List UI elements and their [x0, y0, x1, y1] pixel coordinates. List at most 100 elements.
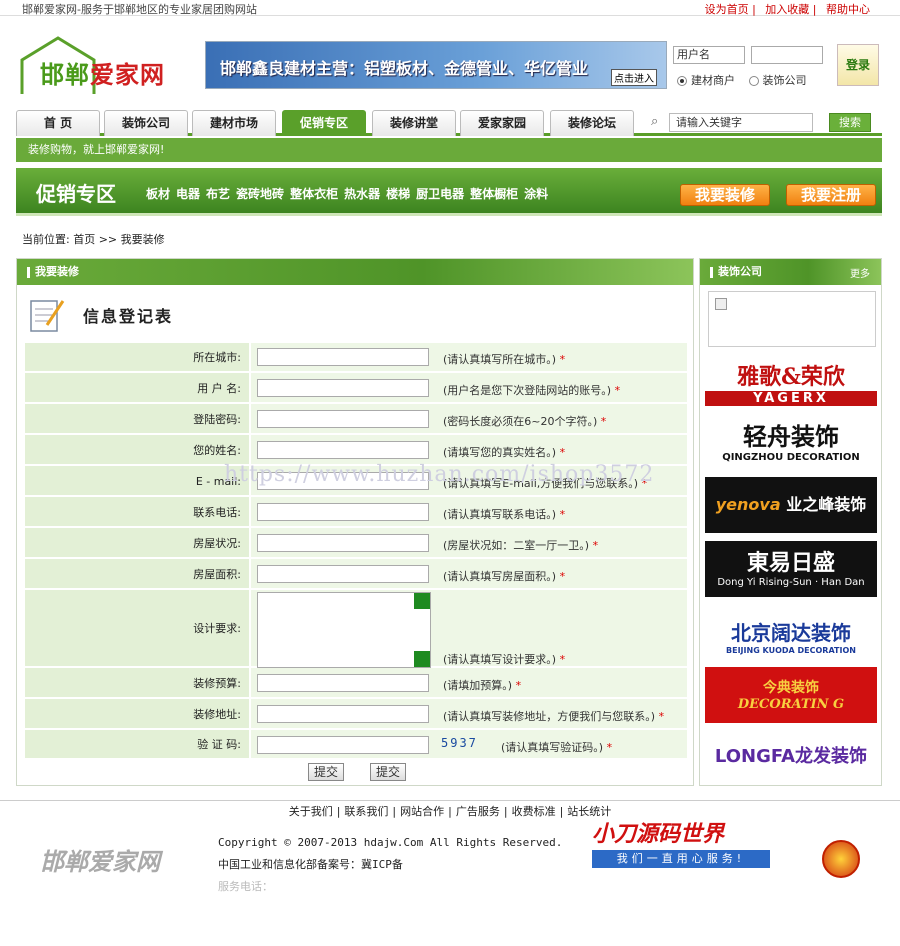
partner-slogan: 我们一直用心服务!	[592, 850, 770, 868]
notepad-icon	[30, 300, 65, 332]
hint-username: (用户名是您下次登陆网站的账号。) *	[443, 382, 620, 398]
brand-dongyi[interactable]: 東易日盛 Dong Yi Rising-Sun · Han Dan	[705, 541, 877, 597]
phone-field[interactable]	[257, 503, 429, 521]
brand-longfa[interactable]: LONGFA龙发装饰	[705, 729, 877, 785]
form-row-house-status: 房屋状况: (房屋状况如：二室一厅一卫。) *	[25, 528, 687, 559]
tab-material-market[interactable]: 建材市场	[192, 110, 276, 136]
hint-city: (请认真填写所在城市。) *	[443, 351, 565, 367]
house-status-field[interactable]	[257, 534, 429, 552]
brand-name: 今典装饰	[763, 680, 819, 696]
username-input[interactable]: 用户名	[673, 46, 745, 64]
footer-link[interactable]: 联系我们	[344, 805, 388, 818]
promo-cat[interactable]: 板材	[146, 187, 170, 201]
required-star: *	[606, 741, 613, 754]
site-description: 邯郸爱家网-服务于邯郸地区的专业家居团购网站	[22, 3, 257, 16]
brand-name: 北京阔达装饰	[731, 621, 851, 645]
reset-button[interactable]: 提交	[370, 763, 407, 781]
brand-kuoda[interactable]: 北京阔达装饰 BEIJING KUODA DECORATION	[705, 605, 877, 661]
promo-cat[interactable]: 布艺	[206, 187, 230, 201]
watermark: https://www.huzhan.com/ishop3572	[224, 462, 655, 487]
captcha-image[interactable]: 5937	[441, 736, 478, 750]
promo-cat[interactable]: 厨卫电器	[416, 187, 464, 201]
promo-cat[interactable]: 瓷砖地砖	[236, 187, 284, 201]
search-button[interactable]: 搜索	[829, 113, 871, 132]
form-row-budget: 装修预算: (请填加预算。) *	[25, 668, 687, 699]
search-input[interactable]: 请输入关键字	[669, 113, 813, 132]
address-field[interactable]	[257, 705, 429, 723]
set-homepage-link[interactable]: 设为首页	[705, 3, 749, 16]
register-button[interactable]: 我要注册	[786, 184, 876, 206]
subnav-slogan: 装修购物，就上邯郸爱家网!	[16, 138, 882, 162]
brand-sub: BEIJING KUODA DECORATION	[726, 646, 856, 655]
username-field[interactable]	[257, 379, 429, 397]
ad-banner[interactable]: 邯郸鑫良建材主营：铝塑板材、金德管业、华亿管业 点击进入	[205, 41, 667, 89]
area-field[interactable]	[257, 565, 429, 583]
contact-text: 服务电话：	[218, 880, 273, 893]
promo-cat[interactable]: 热水器	[344, 187, 380, 201]
logo[interactable]: 邯郸爱家网	[40, 55, 165, 90]
footer-link[interactable]: 网站合作	[400, 805, 444, 818]
logo-text-a: 邯郸	[40, 61, 90, 89]
radio-merchant[interactable]	[677, 76, 687, 86]
broken-image-icon	[708, 291, 876, 347]
brand-qingzhou[interactable]: 轻舟装饰 QINGZHOU DECORATION	[705, 417, 877, 473]
copyright-text: Copyright © 2007-2013 hdajw.Com All Righ…	[218, 836, 563, 849]
submit-button[interactable]: 提交	[308, 763, 345, 781]
banner-enter-button[interactable]: 点击进入	[611, 69, 657, 86]
label-username: 用 户 名:	[25, 373, 251, 402]
brand-jindian[interactable]: 今典装饰 DECORATIN G	[705, 667, 877, 723]
brand-yenova[interactable]: yenova 业之峰装饰	[705, 477, 877, 533]
name-field[interactable]	[257, 441, 429, 459]
footer-link[interactable]: 关于我们	[289, 805, 333, 818]
captcha-field[interactable]	[257, 736, 429, 754]
design-textarea[interactable]	[257, 592, 431, 668]
login-button[interactable]: 登录	[837, 44, 879, 86]
brand-yagerx[interactable]: 雅歌&荣欣 YAGERX	[705, 359, 877, 415]
radio-decorator[interactable]	[748, 76, 759, 86]
label-budget: 装修预算:	[25, 668, 251, 697]
city-input[interactable]	[257, 348, 429, 366]
form-row-password: 登陆密码: (密码长度必须在6~20个字符。) *	[25, 404, 687, 435]
top-links: 设为首页 | 加入收藏 | 帮助中心	[704, 3, 870, 16]
tab-promotion[interactable]: 促销专区	[282, 110, 366, 136]
add-favorite-link[interactable]: 加入收藏	[765, 3, 809, 16]
top-bar: 邯郸爱家网-服务于邯郸地区的专业家居团购网站 设为首页 | 加入收藏 | 帮助中…	[0, 0, 900, 16]
panel-header: 我要装修	[17, 259, 693, 285]
breadcrumb-home[interactable]: 首页	[73, 233, 95, 246]
scroll-up-arrow[interactable]	[414, 593, 430, 609]
promo-cat[interactable]: 楼梯	[386, 187, 410, 201]
promo-title: 促销专区	[36, 182, 116, 206]
footer-link[interactable]: 收费标准	[512, 805, 556, 818]
promo-cat[interactable]: 涂料	[524, 187, 548, 201]
promo-cat[interactable]: 整体衣柜	[290, 187, 338, 201]
form-row-address: 装修地址: (请认真填写装修地址，方便我们与您联系。) *	[25, 699, 687, 730]
tab-decoration-company[interactable]: 装饰公司	[104, 110, 188, 136]
police-badge-icon[interactable]	[822, 840, 860, 878]
tab-home[interactable]: 首 页	[16, 110, 100, 136]
label-password: 登陆密码:	[25, 404, 251, 433]
promo-cat[interactable]: 整体橱柜	[470, 187, 518, 201]
hint-text: (密码长度必须在6~20个字符。)	[443, 415, 598, 428]
tab-lecture[interactable]: 装修讲堂	[372, 110, 456, 136]
required-star: *	[592, 539, 599, 552]
password-field[interactable]	[257, 410, 429, 428]
label-city: 所在城市:	[25, 343, 251, 371]
tab-forum[interactable]: 装修论坛	[550, 110, 634, 136]
hint-text: (请认真填写装修地址，方便我们与您联系。)	[443, 710, 656, 723]
brand-sub: Dong Yi Rising-Sun · Han Dan	[717, 577, 865, 588]
hint-text: (请认真填写联系电话。)	[443, 508, 557, 521]
brand-name: 轻舟装饰	[743, 423, 839, 451]
promo-cat[interactable]: 电器	[176, 187, 200, 201]
budget-field[interactable]	[257, 674, 429, 692]
footer-link[interactable]: 广告服务	[456, 805, 500, 818]
help-center-link[interactable]: 帮助中心	[826, 3, 870, 16]
footer-links: 关于我们 | 联系我们 | 网站合作 | 广告服务 | 收费标准 | 站长统计	[0, 800, 900, 819]
hint-phone: (请认真填写联系电话。) *	[443, 506, 565, 522]
form-row-username: 用 户 名: (用户名是您下次登陆网站的账号。) *	[25, 373, 687, 404]
sidebar-more-link[interactable]: 更多	[850, 265, 870, 280]
scroll-down-arrow[interactable]	[414, 651, 430, 667]
brand-name: 雅歌&荣欣	[737, 364, 845, 390]
decorate-button[interactable]: 我要装修	[680, 184, 770, 206]
tab-home-garden[interactable]: 爱家家园	[460, 110, 544, 136]
password-input[interactable]	[751, 46, 823, 64]
